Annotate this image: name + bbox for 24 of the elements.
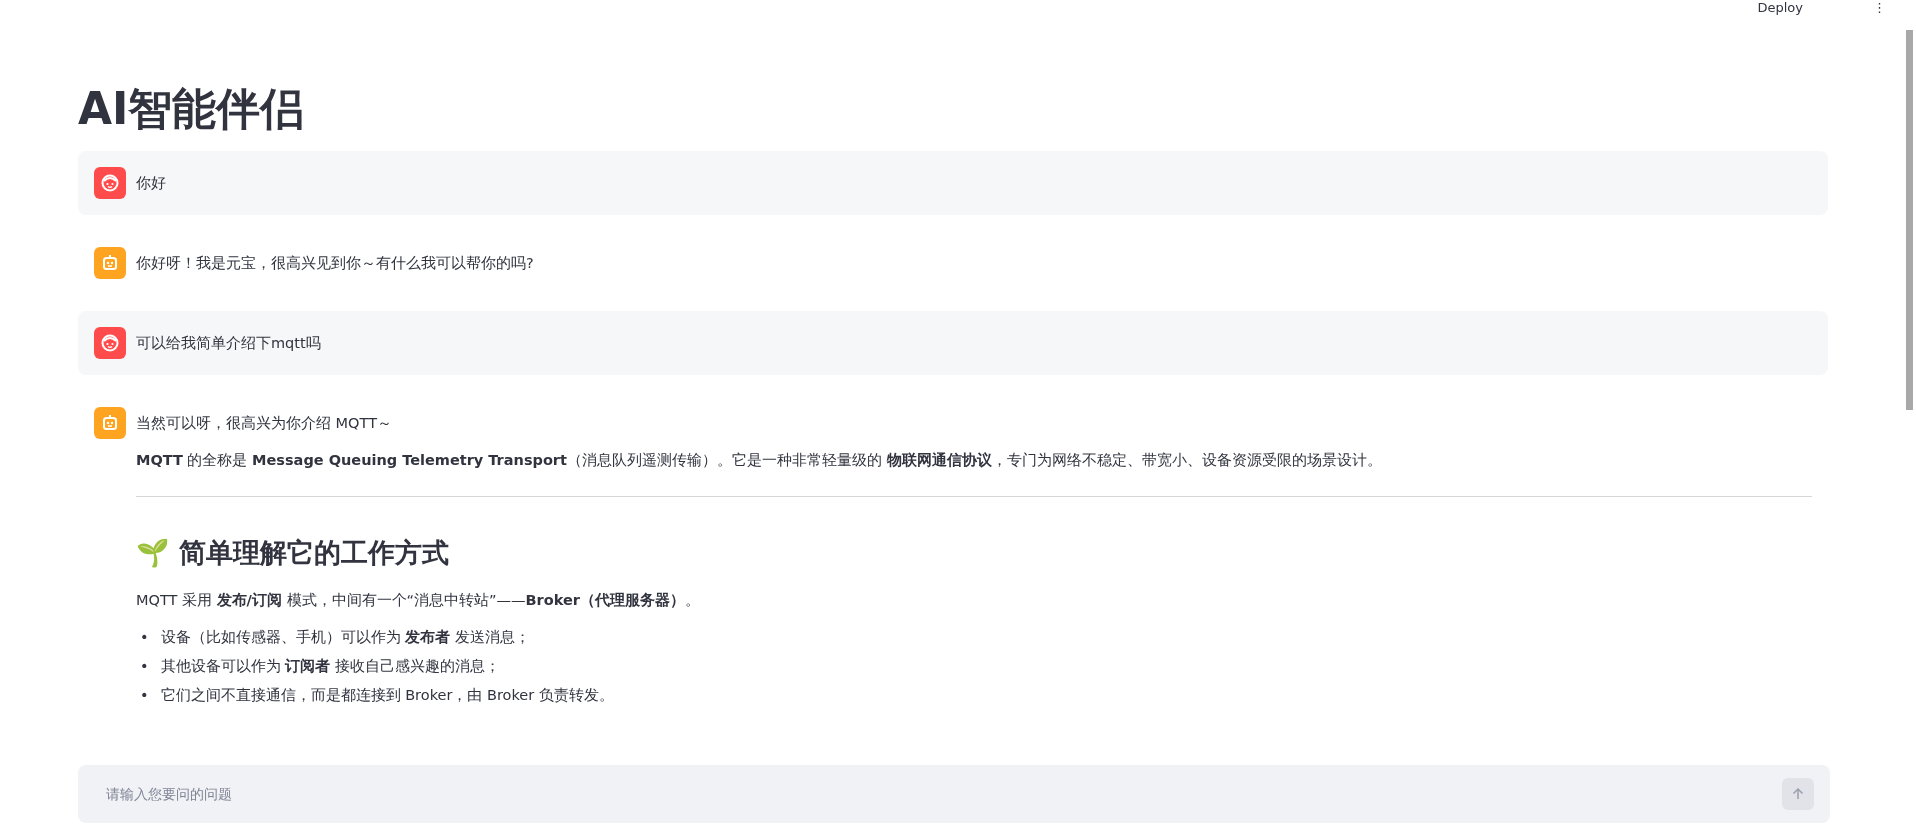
message-text: 可以给我简单介绍下mqtt吗: [136, 335, 321, 351]
message-text: 你好: [136, 175, 166, 191]
bullet-marker: •: [140, 627, 149, 647]
bullet-marker: •: [140, 656, 149, 676]
list-item: 其他设备可以作为 订阅者 接收自己感兴趣的消息；: [160, 656, 500, 676]
robot-icon: [100, 253, 120, 273]
menu-icon[interactable]: ⋮: [1873, 0, 1886, 15]
smiling-face-icon: [100, 333, 120, 353]
message-text: MQTT 的全称是 Message Queuing Telemetry Transport（消息队列遥测传输）。它是一种非常轻量级的 物联网通信协议，专门为网络不稳定、带宽小、设备资源受限的场景设计。: [136, 452, 1382, 469]
robot-icon: [100, 413, 120, 433]
smiling-face-icon: [100, 173, 120, 193]
section-heading: 🌱 简单理解它的工作方式: [136, 536, 451, 571]
chat-input-bar[interactable]: 请输入您要问的问题: [78, 765, 1830, 823]
message-text: MQTT 采用 发布/订阅 模式，中间有一个“消息中转站”——Broker（代理服务器）。: [136, 591, 700, 608]
page-title: AI智能伴侣: [78, 82, 306, 136]
list-item: 设备（比如传感器、手机）可以作为 发布者 发送消息；: [160, 627, 530, 647]
list-item: 它们之间不直接通信，而是都连接到 Broker，由 Broker 负责转发。: [160, 686, 614, 706]
send-button[interactable]: [1782, 778, 1814, 810]
bullet-marker: •: [140, 686, 149, 706]
deploy-button[interactable]: Deploy: [1757, 0, 1803, 15]
message-text: 当然可以呀，很高兴为你介绍 MQTT～: [136, 415, 392, 431]
scrollbar[interactable]: [1906, 30, 1913, 410]
arrow-up-icon: [1791, 787, 1805, 801]
message-text: 你好呀！我是元宝，很高兴见到你～有什么我可以帮你的吗?: [136, 255, 534, 271]
